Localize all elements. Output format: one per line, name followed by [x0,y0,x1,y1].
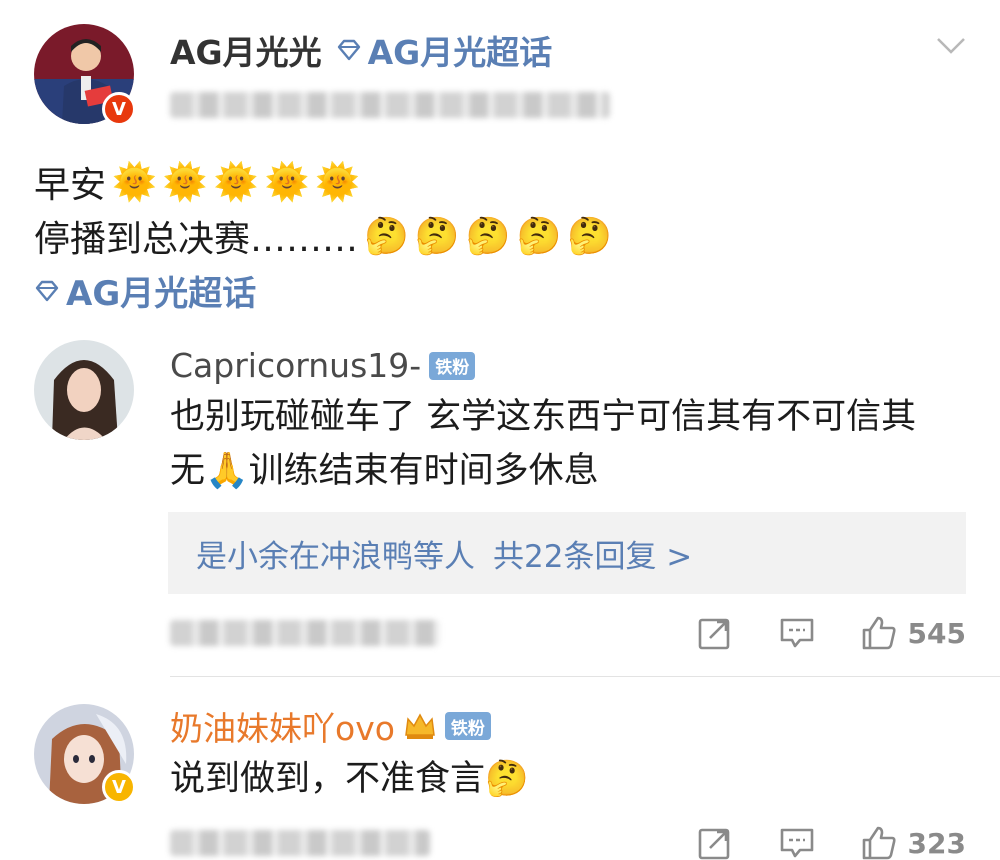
supertopic-link[interactable]: AG月光超话 [34,266,256,315]
share-icon[interactable] [696,614,734,652]
post-text: 停播到总决赛……… [34,219,359,260]
commenter-name[interactable]: 奶油妹妹吖ovo [170,702,395,750]
commenter-avatar[interactable] [34,340,134,440]
sun-emoji-icon: 🌞 [213,162,259,203]
post-text-line-2: 停播到总决赛……… 🤔 🤔 🤔 🤔 🤔 [34,210,612,262]
like-icon[interactable] [860,824,898,860]
thinking-emoji-icon: 🤔 [516,216,562,257]
comment-meta-blurred [170,830,430,856]
post-meta-blurred [170,92,610,118]
sun-emoji-icon: 🌞 [315,162,361,203]
supertopic-tag[interactable]: AG月光超话 [336,26,553,74]
thinking-emoji-icon: 🤔 [485,759,529,799]
diamond-icon [35,280,59,301]
crown-icon [405,713,435,739]
comment-text: 说到做到，不准食言🤔 [170,752,960,806]
comment-meta-blurred [170,620,440,646]
like-count: 323 [907,826,966,860]
author-name[interactable]: AG月光光 [170,26,322,74]
like-count: 545 [907,616,966,650]
comment-text: 也别玩碰碰车了 玄学这东西宁可信其有不可信其 无🙏训练结束有时间多休息 [170,390,960,498]
comment-icon[interactable] [778,614,816,652]
thinking-emoji-icon: 🤔 [567,216,613,257]
diamond-icon [337,39,360,61]
post-text: 早安 [34,165,107,206]
replies-count: 共22条回复 > [493,538,693,575]
post-author: AG月光光 AG月光超话 [170,28,552,72]
sun-emoji-icon: 🌞 [112,162,157,203]
sun-emoji-icon: 🌞 [264,162,310,203]
sun-emoji-icon: 🌞 [162,162,208,203]
like-icon[interactable] [860,614,898,652]
comment-actions: 545 [652,614,966,652]
fan-badge: 铁粉 [429,351,476,380]
comment-text-segment: 说到做到，不准食言 [170,759,486,799]
commenter-name-row: Capricornus19- 铁粉 [170,346,476,385]
chevron-down-icon[interactable] [936,36,966,56]
post-text-line-1: 早安 🌞 🌞 🌞 🌞 🌞 [34,156,360,208]
comment-divider [170,676,1000,677]
share-icon[interactable] [696,824,734,860]
commenter-name[interactable]: Capricornus19- [170,346,421,385]
commenter-name-row: 奶油妹妹吖ovo 铁粉 [170,702,491,750]
thinking-emoji-icon: 🤔 [414,216,460,257]
supertopic-link-label: AG月光超话 [66,274,257,314]
comment-text-segment: 训练结束有时间多休息 [248,451,599,491]
replies-expander[interactable]: 是小余在冲浪鸭等人 共22条回复 > [168,512,966,594]
comment-text-segment: 无 [170,451,206,491]
fan-badge: 铁粉 [444,712,491,740]
thinking-emoji-icon: 🤔 [364,216,409,257]
comment-text-line: 无🙏训练结束有时间多休息 [170,444,960,498]
comment-text-line: 也别玩碰碰车了 玄学这东西宁可信其有不可信其 [170,397,917,437]
verified-badge-icon: V [102,92,136,126]
comment-actions: 323 [652,824,966,860]
comment-icon[interactable] [778,824,816,860]
replies-users: 是小余在冲浪鸭等人 [196,538,475,575]
thinking-emoji-icon: 🤔 [465,216,511,257]
pray-emoji-icon: 🙏 [205,451,249,491]
weibo-post: V AG月光光 AG月光超话 早安 🌞 🌞 🌞 🌞 🌞 停播到总决赛……… 🤔 … [0,0,1000,330]
supertopic-label: AG月光超话 [367,33,553,72]
verified-badge-icon: V [102,770,136,804]
